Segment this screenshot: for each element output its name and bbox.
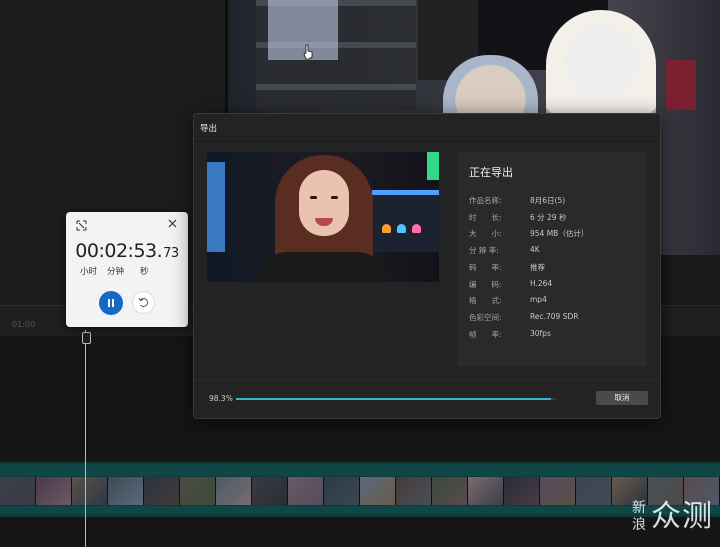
info-value: mp4 (530, 295, 547, 305)
stopwatch-time: 00:02:53.73 (66, 240, 188, 262)
info-label: 色彩空间: (469, 312, 502, 322)
pause-button[interactable] (99, 291, 123, 315)
info-value: 8月6日(5) (530, 196, 566, 205)
filmstrip-frame (108, 477, 144, 505)
reset-button[interactable] (132, 291, 155, 314)
info-label: 时 长: (469, 212, 502, 222)
label-minutes: 分钟 (107, 267, 125, 277)
progress-bar-fill (236, 398, 551, 400)
export-dialog: 导出 正在导出 作品名称: 8月6日(5) 时 长: 6 分 29 秒大 小: 954 … (193, 113, 661, 419)
filmstrip-frame (144, 477, 180, 505)
info-value: 30fps (530, 328, 551, 338)
filmstrip-frame (72, 477, 108, 505)
video-track-header (0, 464, 720, 476)
label-hours: 小时 (80, 267, 98, 277)
expand-icon[interactable] (76, 220, 87, 231)
stopwatch-widget: 00:02:53.73 小时 分钟 秒 (66, 212, 188, 327)
playhead-line[interactable] (85, 330, 86, 547)
info-value: 4K (530, 245, 540, 255)
info-value: 6 分 29 秒 (530, 212, 567, 222)
info-value: Rec.709 SDR (530, 311, 579, 321)
video-track-filmstrip[interactable] (0, 477, 720, 505)
filmstrip-frame (576, 477, 612, 505)
divider (194, 380, 660, 381)
filmstrip-frame (468, 477, 504, 505)
mouse-cursor-icon (303, 44, 313, 60)
info-value: 954 MB（估计） (530, 229, 589, 239)
video-track-footer (0, 506, 720, 514)
filmstrip-frame (324, 477, 360, 505)
info-label: 格 式: (469, 296, 502, 306)
info-label: 帧 率: (469, 329, 502, 339)
progress-bar (236, 398, 556, 400)
export-info-panel: 正在导出 作品名称: 8月6日(5) 时 长: 6 分 29 秒大 小: 954 MB（… (457, 152, 647, 366)
info-label: 分 辨 率: (469, 246, 499, 256)
filmstrip-frame (36, 477, 72, 505)
filmstrip-frame (180, 477, 216, 505)
filmstrip-frame (504, 477, 540, 505)
filmstrip-frame (540, 477, 576, 505)
filmstrip-frame (216, 477, 252, 505)
cancel-button[interactable]: 取消 (596, 391, 648, 405)
info-value: H.264 (530, 278, 553, 288)
ruler-label: 01:00 (12, 320, 36, 329)
info-label: 大 小: (469, 229, 502, 239)
reset-icon (138, 297, 149, 307)
filmstrip-frame (252, 477, 288, 505)
export-video-thumbnail (207, 152, 439, 282)
pause-icon (108, 299, 110, 307)
info-label: 码 率: (469, 262, 502, 272)
close-icon[interactable] (167, 218, 178, 229)
filmstrip-frame (360, 477, 396, 505)
filmstrip-frame (396, 477, 432, 505)
stopwatch-time-main: 00:02:53. (75, 240, 163, 262)
info-value: 推荐 (530, 262, 545, 272)
dialog-title: 导出 (200, 124, 218, 134)
stopwatch-time-ms: 73 (163, 246, 179, 261)
filmstrip-frame (0, 477, 36, 505)
filmstrip-frame (432, 477, 468, 505)
filmstrip-frame (288, 477, 324, 505)
info-label: 作品名称: (469, 196, 502, 205)
export-status-title: 正在导出 (469, 166, 513, 179)
label-seconds: 秒 (140, 267, 149, 277)
info-label: 编 码: (469, 279, 502, 289)
watermark-logo-small: 新浪 (632, 500, 646, 533)
playhead-handle[interactable] (82, 332, 91, 344)
progress-percent: 98.3% (209, 394, 233, 403)
divider (194, 141, 660, 142)
watermark-logo-big: 众测 (651, 499, 713, 534)
